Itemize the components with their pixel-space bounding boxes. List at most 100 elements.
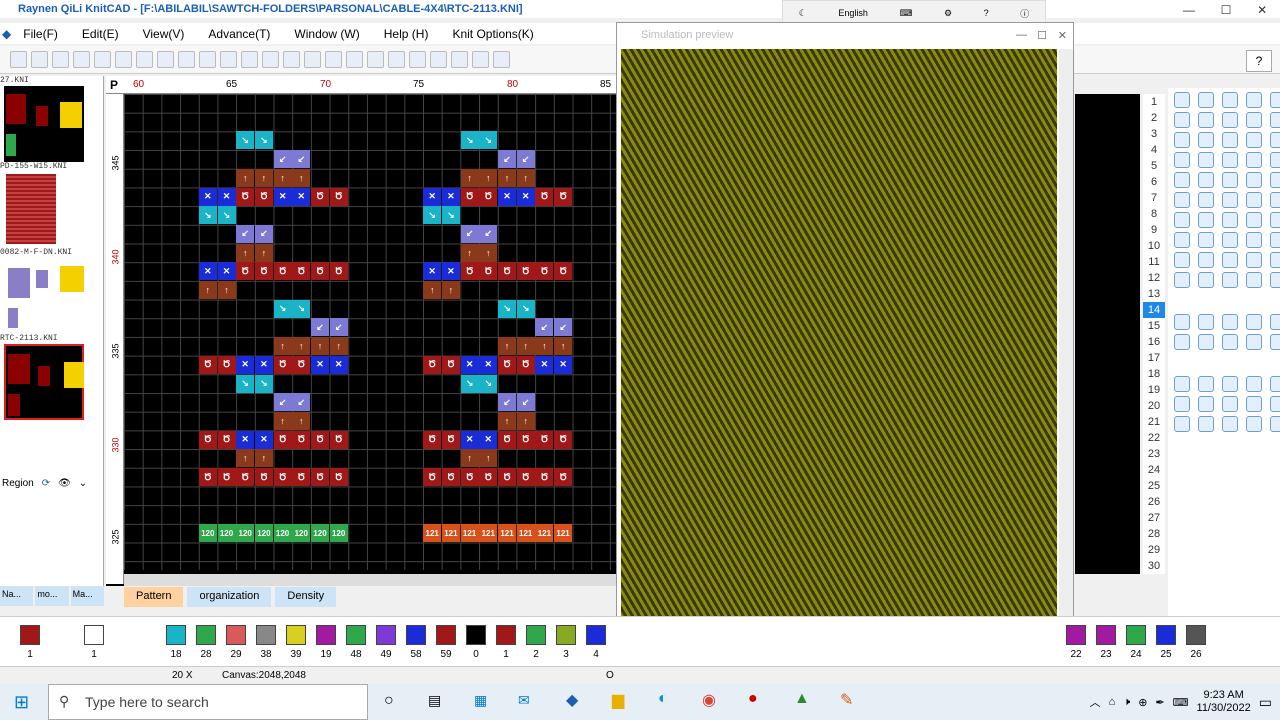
tool-icon[interactable]: [1198, 92, 1214, 108]
tool-icon[interactable]: [1174, 396, 1190, 412]
zoom-tool-icon[interactable]: [241, 51, 258, 68]
palette-swatch[interactable]: [196, 625, 216, 645]
menu-file[interactable]: File(F): [23, 27, 58, 41]
stitch-cell[interactable]: ↑: [329, 337, 348, 356]
arrows-tool-icon[interactable]: [388, 51, 405, 68]
row-number[interactable]: 5: [1143, 158, 1165, 174]
new-file-icon[interactable]: [10, 51, 27, 68]
stitch-cell[interactable]: ↑: [236, 168, 255, 187]
stitch-cell[interactable]: ↙: [516, 150, 535, 169]
stitch-cell[interactable]: ✕: [460, 355, 479, 374]
tool-icon[interactable]: [1246, 232, 1262, 248]
stitch-cell[interactable]: ✕: [441, 187, 460, 206]
stitch-cell[interactable]: ✕: [498, 187, 516, 206]
stitch-cell[interactable]: ↘: [236, 131, 255, 150]
record-icon[interactable]: ●: [748, 690, 758, 708]
stitch-cell[interactable]: ✕: [273, 187, 292, 206]
stitch-cell[interactable]: ↙: [479, 224, 498, 243]
stitch-cell[interactable]: Ծ: [535, 187, 554, 206]
stitch-cell[interactable]: ✕: [254, 430, 273, 449]
store-icon[interactable]: ▦: [474, 692, 487, 709]
stitch-cell[interactable]: Ծ: [236, 468, 255, 486]
tool-icon[interactable]: [1246, 192, 1262, 208]
stitch-cell[interactable]: ↙: [460, 224, 479, 243]
tool-icon[interactable]: [1246, 132, 1262, 148]
stitch-cell[interactable]: ↑: [460, 168, 479, 187]
globe-icon[interactable]: ⊕: [1138, 696, 1147, 709]
image-tool-icon[interactable]: [304, 51, 321, 68]
stitch-cell[interactable]: Ծ: [236, 187, 255, 206]
close-icon[interactable]: ✕: [1257, 3, 1267, 17]
stitch-cell[interactable]: ↑: [292, 411, 311, 430]
stitch-cell[interactable]: Ծ: [554, 262, 573, 281]
tool-icon[interactable]: [1174, 272, 1190, 288]
stitch-cell[interactable]: ↑: [273, 168, 292, 187]
tool-icon[interactable]: [1174, 416, 1190, 432]
tool-icon[interactable]: [1270, 92, 1280, 108]
stitch-cell[interactable]: ↑: [479, 449, 498, 468]
row-number[interactable]: 28: [1143, 526, 1165, 542]
grid-icon[interactable]: [199, 51, 216, 68]
ime-icon[interactable]: ☾: [799, 8, 807, 19]
row-number[interactable]: 19: [1143, 382, 1165, 398]
stitch-cell[interactable]: ↙: [498, 150, 516, 169]
tab-organization[interactable]: organization: [187, 587, 272, 607]
tool-icon[interactable]: [1222, 334, 1238, 350]
palette-swatch[interactable]: [1186, 625, 1206, 645]
tool-icon[interactable]: [1270, 212, 1280, 228]
tool-icon[interactable]: [1270, 416, 1280, 432]
tool-icon[interactable]: [1174, 92, 1190, 108]
palette-swatch[interactable]: [20, 625, 40, 645]
taskbar-search[interactable]: ⚲ Type here to search: [48, 684, 368, 720]
stitch-cell[interactable]: Ծ: [460, 187, 479, 206]
stitch-cell[interactable]: Ծ: [236, 262, 255, 281]
tab-pattern[interactable]: Pattern: [124, 587, 184, 607]
menu-advance[interactable]: Advance(T): [208, 27, 270, 41]
palette-swatch[interactable]: [316, 625, 336, 645]
stitch-cell[interactable]: ↘: [423, 206, 442, 225]
palette-swatch[interactable]: [376, 625, 396, 645]
stitch-cell[interactable]: Ծ: [254, 187, 273, 206]
stitch-cell[interactable]: Ծ: [479, 468, 498, 486]
tool-icon[interactable]: [1174, 132, 1190, 148]
tool-icon[interactable]: [1222, 92, 1238, 108]
stitch-cell[interactable]: ↑: [254, 449, 273, 468]
stitch-cell[interactable]: ↙: [292, 150, 311, 169]
row-number[interactable]: 17: [1143, 350, 1165, 366]
stitch-cell[interactable]: Ծ: [535, 430, 554, 449]
tool-icon[interactable]: [1246, 314, 1262, 330]
row-number[interactable]: 7: [1143, 190, 1165, 206]
stitch-grid[interactable]: ↘ ↘ ↙ ↙ ↑ ↑ ↑ ↑ ✕ ✕ Ծ Ծ ✕ ✕ Ծ Ծ ↘ ↘ ↙ ↙ ↑ ↑ ✕ ✕ Ծ Ծ Ծ Ծ Ծ Ծ ↑ ↑ ↘ ↘ ↙ ↙ ↑ ↑ ↑ ↑…: [124, 94, 616, 570]
file-thumbnail[interactable]: [4, 258, 84, 334]
stitch-cell[interactable]: Ծ: [273, 355, 292, 374]
stitch-cell[interactable]: ↘: [498, 299, 516, 318]
stitch-cell[interactable]: Ծ: [292, 468, 311, 486]
pattern-editor[interactable]: P 60 65 70 75 80 85 345 340 335 330 325 …: [106, 76, 616, 586]
stitch-cell[interactable]: ↙: [535, 318, 554, 337]
menu-view[interactable]: View(V): [143, 27, 185, 41]
tool-icon[interactable]: [1222, 132, 1238, 148]
stitch-cell[interactable]: ↙: [273, 393, 292, 412]
row-number[interactable]: 11: [1143, 254, 1165, 270]
ime-language[interactable]: English: [838, 8, 868, 18]
snowflake-icon[interactable]: [325, 51, 342, 68]
tool-icon[interactable]: [1222, 396, 1238, 412]
copy-icon[interactable]: [157, 51, 174, 68]
stitch-cell[interactable]: ↑: [254, 243, 273, 262]
tool-icon[interactable]: [1270, 272, 1280, 288]
notification-icon[interactable]: ▭: [1259, 694, 1272, 711]
stitch-cell[interactable]: Ծ: [292, 355, 311, 374]
row-number[interactable]: 12: [1143, 270, 1165, 286]
row-number[interactable]: 8: [1143, 206, 1165, 222]
stitch-cell[interactable]: ↑: [498, 168, 516, 187]
stitch-cell[interactable]: ✕: [423, 262, 442, 281]
stitch-cell[interactable]: Ծ: [329, 430, 348, 449]
tool-icon[interactable]: [1246, 376, 1262, 392]
stitch-cell[interactable]: ↑: [535, 337, 554, 356]
help-button[interactable]: ?: [1246, 50, 1272, 72]
stitch-cell[interactable]: ↘: [292, 299, 311, 318]
stitch-cell[interactable]: Ծ: [554, 187, 573, 206]
list-icon[interactable]: [472, 51, 489, 68]
pen-icon[interactable]: ✒: [1155, 696, 1164, 709]
tool-icon[interactable]: [1246, 396, 1262, 412]
